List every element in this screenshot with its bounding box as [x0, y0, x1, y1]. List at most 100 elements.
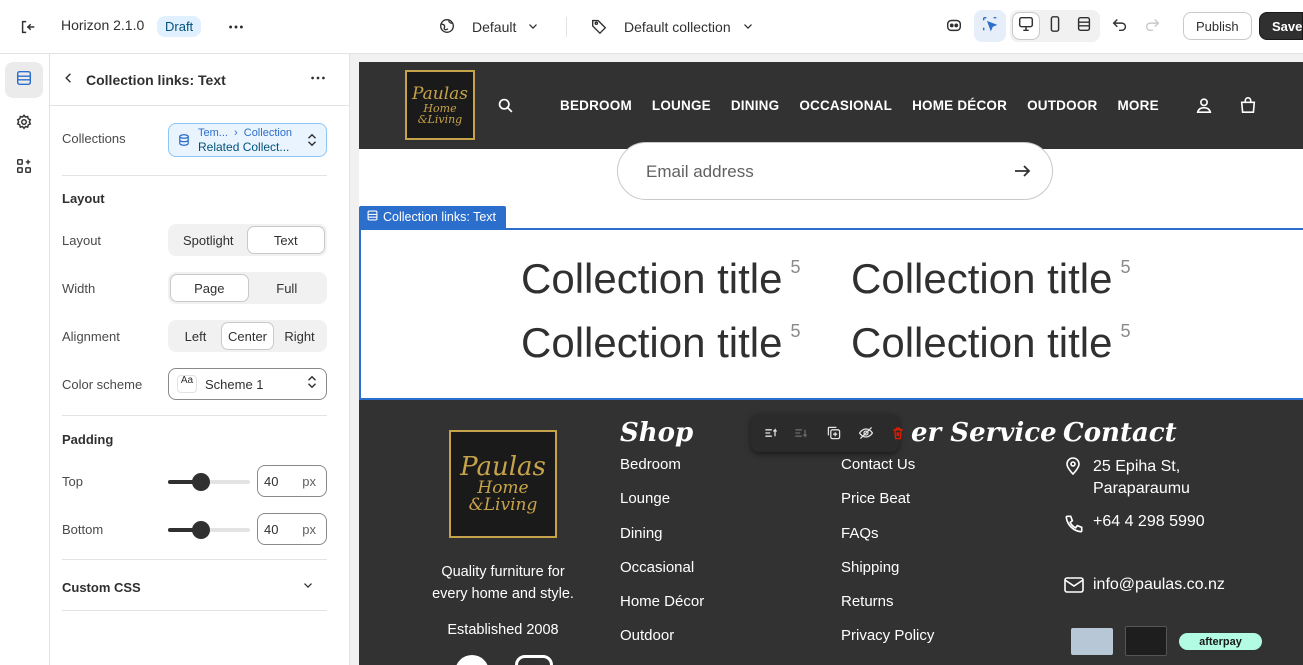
alignment-option-right[interactable]: Right — [274, 322, 325, 350]
exit-icon — [14, 13, 42, 41]
panel-more-button[interactable] — [309, 69, 327, 92]
mobile-view-button[interactable] — [1041, 12, 1069, 40]
rail-settings[interactable] — [5, 106, 43, 142]
footer-email[interactable]: info@paulas.co.nz — [1063, 576, 1225, 599]
alignment-option-left[interactable]: Left — [170, 322, 221, 350]
collection-links-section[interactable] — [359, 228, 1303, 400]
desktop-icon — [1017, 15, 1035, 38]
chevron-down-icon — [301, 578, 315, 597]
editor-topbar: Horizon 2.1.0 Draft Default Default coll… — [0, 0, 1303, 54]
panel-header-divider — [50, 105, 350, 106]
footer-phone-text: +64 4 298 5990 — [1093, 513, 1205, 530]
nav-item-more[interactable]: MORE — [1117, 98, 1158, 113]
search-icon[interactable] — [497, 97, 514, 119]
layout-option-text[interactable]: Text — [246, 226, 325, 254]
padding-bottom-slider-thumb[interactable] — [191, 521, 210, 539]
nav-item-lounge[interactable]: LOUNGE — [652, 98, 711, 113]
footer-address: 25 Epiha St, Paraparaumu — [1063, 456, 1225, 500]
account-icon[interactable] — [1195, 96, 1213, 119]
nav-item-outdoor[interactable]: OUTDOOR — [1027, 98, 1097, 113]
padding-bottom-input[interactable]: 40 px — [257, 513, 327, 545]
nav-item-occasional[interactable]: OCCASIONAL — [799, 98, 892, 113]
footer-link[interactable]: Price Beat — [841, 490, 1057, 524]
footer-link[interactable]: Returns — [841, 593, 1057, 627]
main-nav: BEDROOM LOUNGE DINING OCCASIONAL HOME DÉ… — [560, 98, 1159, 113]
delete-icon[interactable] — [890, 425, 906, 446]
ai-assistant-button[interactable] — [940, 13, 968, 41]
nav-item-bedroom[interactable]: BEDROOM — [560, 98, 632, 113]
footer-link[interactable]: Outdoor — [620, 627, 704, 661]
alignment-option-center[interactable]: Center — [221, 322, 274, 350]
undo-button[interactable] — [1106, 12, 1134, 40]
back-button[interactable] — [62, 71, 82, 90]
nav-item-dining[interactable]: DINING — [731, 98, 779, 113]
collection-link-title: Collection title — [851, 319, 1113, 366]
custom-css-title: Custom CSS — [62, 580, 141, 595]
collection-link-title: Collection title — [521, 319, 783, 366]
selected-section-tag[interactable]: Collection links: Text — [359, 206, 507, 228]
fullscreen-icon — [1075, 15, 1093, 38]
inspector-toggle[interactable] — [974, 10, 1006, 42]
footer-link[interactable]: Contact Us — [841, 456, 1057, 490]
facebook-icon[interactable] — [455, 655, 489, 665]
width-option-full[interactable]: Full — [249, 274, 326, 302]
redo-button[interactable] — [1138, 12, 1166, 40]
desktop-view-button[interactable] — [1012, 12, 1040, 40]
collection-select-label: Default collection — [624, 19, 731, 35]
width-option-page[interactable]: Page — [170, 274, 249, 302]
footer-link[interactable]: FAQs — [841, 525, 1057, 559]
store-photo-thumbnail — [1125, 626, 1167, 656]
collection-link[interactable]: Collection title 5 — [851, 255, 1130, 303]
footer-phone[interactable]: +64 4 298 5990 — [1063, 513, 1225, 540]
publish-button[interactable]: Publish — [1183, 12, 1252, 40]
footer-link[interactable]: Occasional — [620, 559, 704, 593]
footer-service-column: er Service Contact Us Price Beat FAQs Sh… — [841, 418, 1057, 662]
rail-sections[interactable] — [5, 62, 43, 98]
store-logo[interactable]: Paulas Home &Living — [405, 70, 475, 140]
footer-link[interactable]: Bedroom — [620, 456, 704, 490]
padding-top-slider-thumb[interactable] — [191, 473, 210, 491]
padding-top-unit: px — [302, 473, 316, 489]
cart-icon[interactable] — [1239, 96, 1257, 119]
rail-apps[interactable] — [5, 150, 43, 186]
footer-link[interactable]: Home Décor — [620, 593, 704, 627]
exit-button[interactable] — [14, 13, 42, 41]
move-up-icon[interactable] — [763, 425, 779, 446]
newsletter-email-input[interactable]: Email address — [617, 142, 1053, 200]
padding-top-input[interactable]: 40 px — [257, 465, 327, 497]
arrow-right-icon[interactable] — [1012, 161, 1032, 186]
alignment-segmented: Left Center Right — [168, 320, 327, 352]
logo-line-1: Paulas — [411, 84, 469, 104]
collections-label: Collections — [62, 131, 126, 146]
nav-item-home-decor[interactable]: HOME DÉCOR — [912, 98, 1007, 113]
collection-link[interactable]: Collection title 5 — [521, 319, 800, 367]
collection-link-title: Collection title — [851, 255, 1113, 302]
chevron-up-down-icon — [306, 133, 318, 152]
collection-link[interactable]: Collection title 5 — [521, 255, 800, 303]
more-menu-button[interactable] — [222, 13, 250, 41]
padding-bottom-label: Bottom — [62, 522, 104, 537]
color-scheme-select[interactable]: Aa Scheme 1 — [168, 368, 327, 400]
hide-icon[interactable] — [858, 425, 874, 446]
padding-top-slider[interactable] — [168, 473, 250, 491]
collection-link-count: 5 — [1120, 257, 1131, 277]
footer-link[interactable]: Shipping — [841, 559, 1057, 593]
move-down-icon[interactable] — [793, 425, 809, 446]
footer-link[interactable]: Dining — [620, 525, 704, 559]
panel-header: Collection links: Text — [62, 68, 327, 92]
fullscreen-view-button[interactable] — [1070, 12, 1098, 40]
template-select[interactable]: Default — [438, 13, 540, 41]
layout-option-spotlight[interactable]: Spotlight — [170, 226, 247, 254]
topbar-divider — [566, 17, 567, 37]
collections-picker[interactable]: Tem... › Collection Related Collect... — [168, 123, 327, 157]
collection-link[interactable]: Collection title 5 — [851, 319, 1130, 367]
duplicate-icon[interactable] — [826, 425, 842, 446]
padding-bottom-slider[interactable] — [168, 521, 250, 539]
footer-link[interactable]: Privacy Policy — [841, 627, 1057, 661]
chevron-down-icon — [741, 19, 755, 36]
custom-css-toggle[interactable]: Custom CSS — [62, 578, 327, 597]
instagram-icon[interactable] — [515, 655, 553, 665]
save-button[interactable]: Save — [1259, 12, 1303, 40]
footer-link[interactable]: Lounge — [620, 490, 704, 524]
collection-select[interactable]: Default collection — [590, 13, 755, 41]
